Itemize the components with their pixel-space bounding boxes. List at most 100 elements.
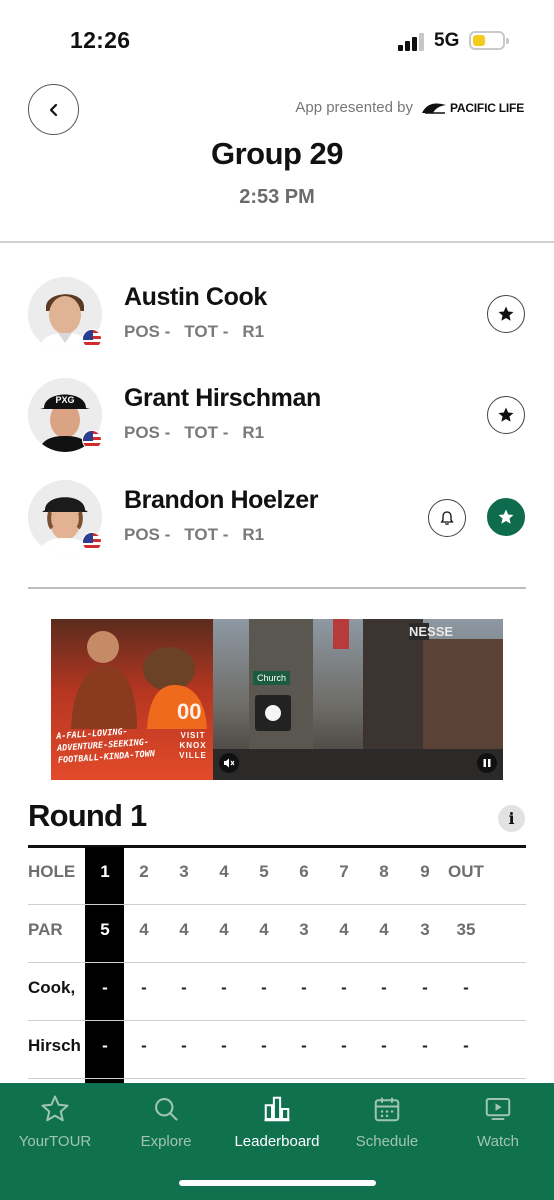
page-title: Group 29	[210, 136, 344, 171]
score-cell: -	[301, 1036, 307, 1055]
player-pos: POS -	[124, 525, 171, 544]
score-cell: 5	[100, 920, 110, 939]
star-icon	[498, 306, 514, 321]
score-cell: -	[102, 1036, 108, 1055]
speaker-muted-icon	[224, 758, 235, 768]
score-cell: -	[141, 1036, 147, 1055]
score-row: PAR 5 4 4 4 4 3 4 4 3 35	[28, 905, 526, 963]
back-button[interactable]	[28, 84, 79, 135]
tab-explore[interactable]: Explore	[111, 1083, 221, 1163]
score-cell: -	[141, 978, 147, 997]
player-stats: POS - TOT - R1	[124, 525, 278, 545]
usa-flag-icon	[82, 532, 102, 552]
score-cell: 8	[379, 862, 389, 881]
score-cell: -	[221, 978, 227, 997]
score-cell: -	[341, 1036, 347, 1055]
player-row[interactable]: PXG Grant Hirschman POS - TOT - R1	[0, 378, 554, 458]
ad-street-sign: Church	[253, 671, 291, 685]
home-indicator	[179, 1180, 376, 1186]
player-pos: POS -	[124, 423, 171, 442]
status-bar: 12:26 5G	[0, 0, 554, 80]
favorite-button[interactable]	[487, 396, 525, 434]
score-cell: 4	[139, 920, 149, 939]
pause-button[interactable]	[477, 753, 497, 773]
player-round: R1	[242, 525, 265, 544]
score-cell: 2	[139, 862, 149, 881]
ad-neon-sign: NESSE	[409, 623, 454, 640]
score-cell: 9	[420, 862, 430, 881]
tab-watch[interactable]: Watch	[443, 1083, 553, 1163]
score-cell: -	[301, 978, 307, 997]
score-cell: 4	[379, 920, 389, 939]
score-cell: 1	[100, 862, 110, 881]
star-outline-icon	[40, 1094, 70, 1124]
mute-button[interactable]	[219, 753, 239, 773]
player-tot: TOT -	[184, 525, 229, 544]
tab-yourtour[interactable]: YourTOUR	[0, 1083, 110, 1163]
battery-icon	[469, 31, 509, 50]
player-name: Brandon Hoelzer	[124, 486, 319, 514]
score-cell: -	[381, 1036, 387, 1055]
signal-icon	[398, 33, 424, 51]
player-row[interactable]: Austin Cook POS - TOT - R1	[0, 277, 554, 357]
score-cell: 3	[420, 920, 430, 939]
svg-text:00: 00	[177, 699, 201, 724]
ad-image-right: Church NESSE	[213, 619, 503, 780]
player-stats: POS - TOT - R1	[124, 423, 278, 443]
sponsor-banner: App presented by PACIFIC LIFE	[295, 99, 524, 116]
search-icon	[151, 1094, 181, 1124]
score-cell: 4	[259, 920, 269, 939]
favorite-button[interactable]	[487, 498, 525, 536]
score-cell: -	[102, 978, 108, 997]
score-row-label: HOLE	[28, 862, 76, 881]
tab-label: Explore	[140, 1133, 192, 1150]
player-row[interactable]: Brandon Hoelzer POS - TOT - R1	[0, 480, 554, 560]
score-row: Cook, - - - - - - - - - -	[28, 963, 526, 1021]
score-cell: 3	[179, 862, 189, 881]
sponsor-logo: PACIFIC LIFE	[421, 101, 524, 115]
score-cell: -	[181, 978, 187, 997]
tab-leaderboard[interactable]: Leaderboard	[222, 1083, 332, 1163]
score-row-label: Cook,	[28, 978, 76, 997]
score-cell: -	[261, 978, 267, 997]
bar-chart-icon	[262, 1094, 292, 1124]
alert-button[interactable]	[428, 499, 466, 537]
score-cell: -	[463, 978, 469, 997]
score-cell: -	[422, 978, 428, 997]
status-time: 12:26	[70, 27, 131, 53]
score-cell: 6	[299, 862, 309, 881]
bell-icon	[440, 511, 454, 525]
info-icon: i	[508, 809, 515, 828]
score-row-label: PAR	[28, 920, 63, 939]
ad-brand: VISIT KNOX VILLE	[179, 731, 207, 760]
section-divider	[28, 587, 526, 589]
score-cell: 4	[219, 920, 229, 939]
player-name: Grant Hirschman	[124, 384, 321, 412]
tab-label: YourTOUR	[18, 1133, 92, 1150]
info-button[interactable]: i	[498, 805, 525, 832]
player-pos: POS -	[124, 322, 171, 341]
whale-tail-icon	[421, 103, 446, 114]
favorite-button[interactable]	[487, 295, 525, 333]
score-cell: 3	[299, 920, 309, 939]
round-title: Round 1	[28, 798, 147, 833]
chevron-left-icon	[49, 103, 57, 116]
calendar-icon	[372, 1094, 402, 1124]
tab-label: Watch	[477, 1133, 519, 1150]
score-cell: OUT	[448, 862, 484, 881]
score-cell: 7	[339, 862, 349, 881]
score-cell: -	[181, 1036, 187, 1055]
pause-icon	[483, 759, 491, 767]
score-cell: -	[261, 1036, 267, 1055]
player-round: R1	[242, 423, 265, 442]
presented-by-label: App presented by	[295, 99, 413, 116]
ad-image-left: 00 A-FALL-LOVING-ADVENTURE-SEEKING-FOOTB…	[51, 619, 213, 780]
score-row-label: Hirsch	[28, 1036, 81, 1055]
score-row: HOLE 1 2 3 4 5 6 7 8 9 OUT	[28, 847, 526, 905]
usa-flag-icon	[82, 329, 102, 349]
score-cell: 5	[259, 862, 269, 881]
score-row: Hirsch - - - - - - - - - -	[28, 1021, 526, 1079]
ad-banner[interactable]: 00 A-FALL-LOVING-ADVENTURE-SEEKING-FOOTB…	[51, 619, 503, 780]
sponsor-name: PACIFIC LIFE	[449, 100, 524, 115]
tab-schedule[interactable]: Schedule	[332, 1083, 442, 1163]
